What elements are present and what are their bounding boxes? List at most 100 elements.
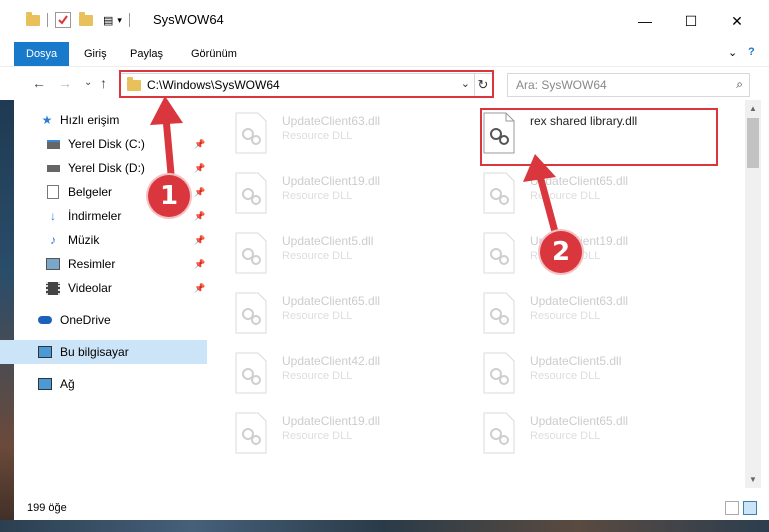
quick-access-toolbar: ▤ ▾ xyxy=(26,11,133,28)
file-name: UpdateClient5.dll xyxy=(530,354,622,368)
tab-file[interactable]: Dosya xyxy=(14,42,70,66)
folder-icon xyxy=(26,11,40,26)
callout-step-2: 2 xyxy=(540,231,582,273)
dll-file-icon xyxy=(483,292,515,334)
view-options-icon[interactable]: ▤ xyxy=(103,14,113,27)
expand-ribbon-icon[interactable]: ⌄ xyxy=(728,46,737,59)
scroll-down-icon[interactable]: ▼ xyxy=(749,475,757,484)
pictures-icon xyxy=(46,257,60,271)
sidebar-item-label: Bu bilgisayar xyxy=(60,345,129,359)
file-name: UpdateClient65.dll xyxy=(530,414,629,428)
view-toggle xyxy=(725,501,757,515)
desktop-background-bottom xyxy=(0,520,769,532)
recent-locations-button[interactable]: ⌄ xyxy=(84,77,92,88)
sidebar-item-label: Yerel Disk (C:) xyxy=(68,137,145,151)
pin-icon[interactable]: 📌 xyxy=(194,211,205,222)
sidebar-item-label: Hızlı erişim xyxy=(60,113,120,127)
file-item[interactable]: UpdateClient63.dll Resource DLL xyxy=(234,110,464,160)
search-input[interactable]: Ara: SysWOW64 ⌕ xyxy=(507,73,750,97)
tab-home[interactable]: Giriş xyxy=(72,42,119,66)
pin-icon[interactable]: 📌 xyxy=(194,187,205,198)
file-name: UpdateClient65.dll xyxy=(282,294,381,308)
file-type: Resource DLL xyxy=(282,370,353,382)
sidebar-item-network[interactable]: Ağ xyxy=(0,372,207,396)
close-button[interactable]: ✕ xyxy=(714,6,760,36)
sidebar-item-label: Yerel Disk (D:) xyxy=(68,161,145,175)
sidebar-item-label: Ağ xyxy=(60,377,75,391)
sidebar-item-label: OneDrive xyxy=(60,313,111,327)
file-item[interactable]: UpdateClient19.dll Resource DLL xyxy=(234,410,464,460)
dll-file-icon xyxy=(235,232,267,274)
minimize-button[interactable]: — xyxy=(622,6,668,36)
documents-icon xyxy=(46,185,60,199)
file-item[interactable]: UpdateClient19.dll Resource DLL xyxy=(234,170,464,220)
file-item[interactable]: UpdateClient65.dll Resource DLL xyxy=(482,170,712,220)
tiles-view-icon[interactable] xyxy=(743,501,757,515)
sidebar-item-videos[interactable]: Videolar 📌 xyxy=(0,276,207,300)
divider xyxy=(47,13,48,27)
file-type: Resource DLL xyxy=(282,130,353,142)
navigation-pane: ★ Hızlı erişim Yerel Disk (C:) 📌 Yerel D… xyxy=(0,104,210,488)
new-folder-icon[interactable] xyxy=(79,11,93,26)
network-icon xyxy=(38,377,52,391)
pin-icon[interactable]: 📌 xyxy=(194,259,205,270)
pin-icon[interactable]: 📌 xyxy=(194,139,205,150)
dll-file-icon xyxy=(235,172,267,214)
sidebar-item-onedrive[interactable]: OneDrive xyxy=(0,308,207,332)
customize-toolbar-icon[interactable]: ▾ xyxy=(117,15,122,26)
forward-button[interactable]: → xyxy=(58,75,72,91)
drive-icon xyxy=(46,161,60,175)
file-type: Resource DLL xyxy=(282,250,353,262)
pin-icon[interactable]: 📌 xyxy=(194,163,205,174)
file-name: UpdateClient5.dll xyxy=(282,234,374,248)
ribbon: Dosya Giriş Paylaş Görünüm ⌄ ? xyxy=(0,42,769,66)
file-item[interactable]: UpdateClient65.dll Resource DLL xyxy=(234,290,464,340)
tab-view[interactable]: Görünüm xyxy=(179,42,249,66)
address-highlight-box xyxy=(119,70,494,98)
dll-file-icon xyxy=(483,412,515,454)
file-type: Resource DLL xyxy=(530,370,601,382)
divider xyxy=(128,13,130,27)
file-item[interactable]: UpdateClient5.dll Resource DLL xyxy=(234,230,464,280)
scrollbar-thumb[interactable] xyxy=(747,118,759,168)
sidebar-item-quick-access[interactable]: ★ Hızlı erişim xyxy=(0,108,207,132)
file-item[interactable]: UpdateClient63.dll Resource DLL xyxy=(482,290,712,340)
file-name: UpdateClient63.dll xyxy=(282,114,381,128)
file-item[interactable]: UpdateClient42.dll Resource DLL xyxy=(234,350,464,400)
scroll-up-icon[interactable]: ▲ xyxy=(749,104,757,113)
dll-file-icon xyxy=(235,412,267,454)
sidebar-item-this-pc[interactable]: Bu bilgisayar xyxy=(0,340,207,364)
status-bar: 199 öğe xyxy=(0,497,769,520)
file-name: UpdateClient42.dll xyxy=(282,354,381,368)
file-type: Resource DLL xyxy=(282,190,353,202)
help-icon[interactable]: ? xyxy=(748,46,755,58)
pin-icon[interactable]: 📌 xyxy=(194,235,205,246)
sidebar-item-music[interactable]: ♪ Müzik 📌 xyxy=(0,228,207,252)
file-type: Resource DLL xyxy=(282,310,353,322)
window-title: SysWOW64 xyxy=(153,12,224,27)
maximize-button[interactable]: ☐ xyxy=(668,6,714,36)
file-name: UpdateClient63.dll xyxy=(530,294,629,308)
properties-icon[interactable] xyxy=(55,12,71,28)
sidebar-item-label: Müzik xyxy=(68,233,100,247)
back-button[interactable]: ← xyxy=(32,75,46,91)
file-item[interactable]: UpdateClient5.dll Resource DLL xyxy=(482,350,712,400)
sidebar-item-label: Resimler xyxy=(68,257,116,271)
tab-share[interactable]: Paylaş xyxy=(118,42,175,66)
title-bar: ▤ ▾ SysWOW64 — ☐ ✕ xyxy=(0,0,769,40)
details-view-icon[interactable] xyxy=(725,501,739,515)
cloud-icon xyxy=(38,313,52,327)
file-type: Resource DLL xyxy=(530,310,601,322)
file-item[interactable]: UpdateClient65.dll Resource DLL xyxy=(482,410,712,460)
search-placeholder: Ara: SysWOW64 xyxy=(516,78,607,92)
vertical-scrollbar[interactable]: ▲ ▼ xyxy=(745,100,761,488)
drive-icon xyxy=(46,137,60,151)
pin-icon[interactable]: 📌 xyxy=(194,283,205,294)
sidebar-item-pictures[interactable]: Resimler 📌 xyxy=(0,252,207,276)
sidebar-item-drive-c[interactable]: Yerel Disk (C:) 📌 xyxy=(0,132,207,156)
file-item[interactable]: UpdateClient19.dll Resource DLL xyxy=(482,230,712,280)
file-name: UpdateClient65.dll xyxy=(530,174,629,188)
file-name: UpdateClient19.dll xyxy=(282,414,381,428)
up-button[interactable]: ↑ xyxy=(100,75,107,91)
search-icon[interactable]: ⌕ xyxy=(736,77,743,92)
